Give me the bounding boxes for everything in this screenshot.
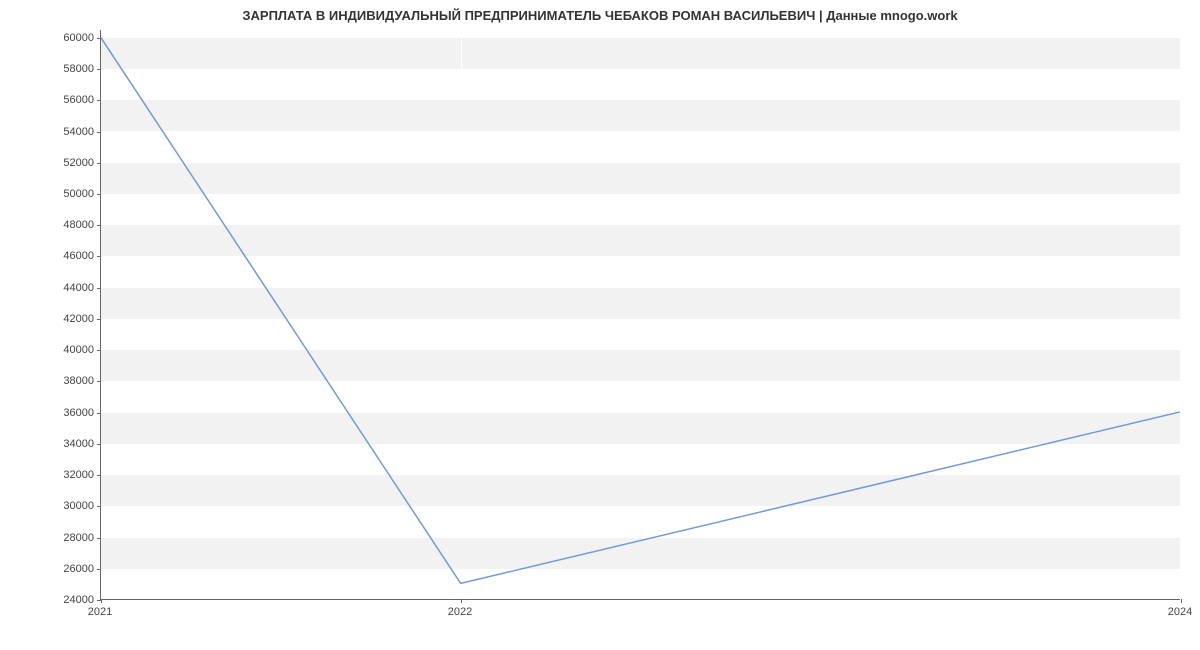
plot-area — [100, 30, 1180, 600]
x-tick-mark — [1181, 599, 1182, 603]
line-svg — [101, 30, 1180, 599]
y-tick-mark — [97, 538, 101, 539]
y-tick-label: 36000 — [34, 407, 94, 419]
y-tick-label: 40000 — [34, 344, 94, 356]
y-tick-label: 32000 — [34, 469, 94, 481]
x-tick-mark — [101, 599, 102, 603]
x-tick-mark — [461, 599, 462, 603]
y-tick-label: 60000 — [34, 32, 94, 44]
y-tick-mark — [97, 381, 101, 382]
data-line — [101, 38, 1180, 584]
y-tick-label: 34000 — [34, 438, 94, 450]
y-tick-mark — [97, 413, 101, 414]
y-tick-mark — [97, 444, 101, 445]
y-tick-mark — [97, 319, 101, 320]
y-tick-mark — [97, 225, 101, 226]
y-tick-label: 42000 — [34, 313, 94, 325]
y-tick-label: 46000 — [34, 250, 94, 262]
y-tick-label: 38000 — [34, 375, 94, 387]
y-tick-label: 30000 — [34, 500, 94, 512]
y-tick-mark — [97, 194, 101, 195]
y-tick-mark — [97, 163, 101, 164]
y-tick-label: 26000 — [34, 563, 94, 575]
x-tick-label: 2021 — [88, 606, 112, 618]
y-tick-mark — [97, 132, 101, 133]
y-tick-label: 44000 — [34, 282, 94, 294]
y-tick-label: 48000 — [34, 219, 94, 231]
y-tick-mark — [97, 475, 101, 476]
y-tick-mark — [97, 506, 101, 507]
y-tick-label: 56000 — [34, 94, 94, 106]
x-grid-line — [1181, 30, 1182, 599]
y-tick-mark — [97, 100, 101, 101]
x-tick-label: 2022 — [448, 606, 472, 618]
y-tick-mark — [97, 288, 101, 289]
y-tick-label: 50000 — [34, 188, 94, 200]
y-tick-label: 52000 — [34, 157, 94, 169]
chart-title: ЗАРПЛАТА В ИНДИВИДУАЛЬНЫЙ ПРЕДПРИНИМАТЕЛ… — [0, 8, 1200, 23]
y-tick-mark — [97, 569, 101, 570]
y-tick-label: 28000 — [34, 532, 94, 544]
y-tick-mark — [97, 256, 101, 257]
y-tick-label: 58000 — [34, 63, 94, 75]
y-tick-mark — [97, 69, 101, 70]
y-tick-mark — [97, 350, 101, 351]
y-tick-label: 24000 — [34, 594, 94, 606]
x-tick-label: 2024 — [1168, 606, 1192, 618]
y-tick-mark — [97, 38, 101, 39]
y-tick-label: 54000 — [34, 126, 94, 138]
